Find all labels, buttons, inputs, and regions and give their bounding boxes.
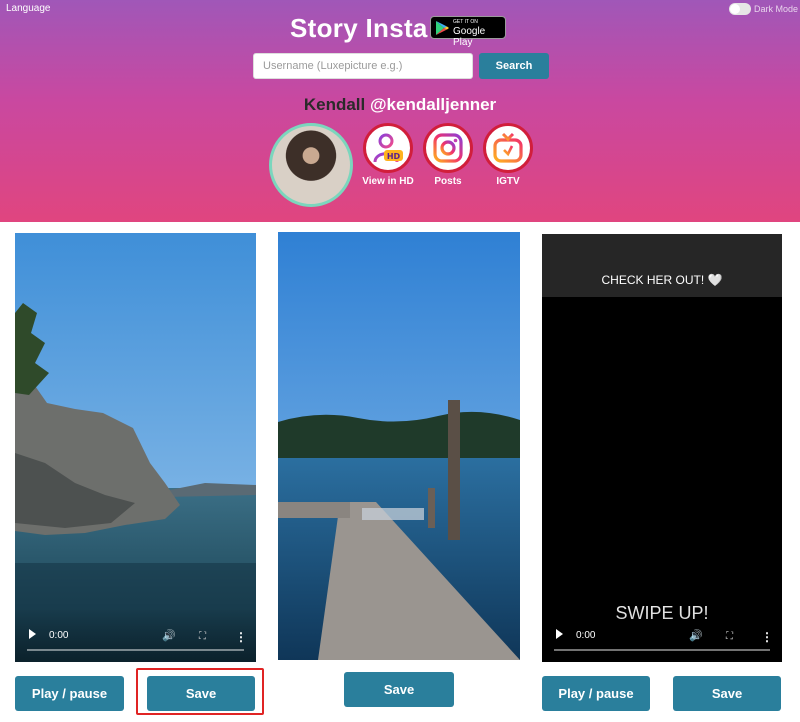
play-store-icon	[436, 21, 449, 35]
play-icon[interactable]	[556, 629, 563, 639]
view-hd-label: View in HD	[362, 176, 414, 187]
volume-icon[interactable]: 🔊	[162, 629, 176, 642]
google-play-badge[interactable]: GET IT ON Google Play	[430, 16, 506, 48]
igtv-icon	[493, 132, 523, 163]
fullscreen-icon[interactable]: ⛶	[199, 631, 206, 642]
story-1-play-pause-button[interactable]: Play / pause	[15, 676, 124, 711]
google-play-text: Google Play	[453, 26, 486, 48]
more-options-icon[interactable]: ⋮	[761, 630, 773, 644]
story-3-banner	[542, 234, 782, 297]
hd-user-icon: HD	[373, 133, 403, 163]
story-3-controls: 0:00 🔊 ⛶ ⋮	[542, 608, 782, 662]
profile-handle[interactable]: @kendalljenner	[370, 95, 496, 114]
posts-label: Posts	[434, 176, 462, 187]
fullscreen-icon[interactable]: ⛶	[726, 631, 733, 642]
story-1-thumbnail	[15, 233, 256, 662]
search-button[interactable]: Search	[479, 53, 549, 79]
story-3-top-text: CHECK HER OUT! 🤍	[601, 273, 723, 287]
story-2-thumbnail	[278, 232, 520, 660]
igtv-label: IGTV	[496, 176, 520, 187]
story-3-play-pause-button[interactable]: Play / pause	[542, 676, 650, 711]
app-title: Story Insta	[290, 13, 428, 43]
dark-mode-label: Dark Mode	[754, 4, 799, 14]
posts-button[interactable]	[423, 123, 473, 173]
profile-avatar[interactable]	[269, 123, 353, 207]
dark-mode-toggle[interactable]	[729, 3, 751, 15]
save-button-highlight	[136, 668, 264, 715]
profile-display-name: Kendall	[303, 95, 366, 114]
google-play-small-text: GET IT ON	[453, 19, 478, 25]
view-hd-button[interactable]: HD	[363, 123, 413, 173]
story-1-controls: 0:00 🔊 ⛶ ⋮	[15, 608, 256, 662]
story-video-3[interactable]: CHECK HER OUT! 🤍 SWIPE UP! 0:00 🔊 ⛶ ⋮	[542, 234, 782, 662]
story-1-progress[interactable]	[27, 649, 244, 651]
story-video-1[interactable]: 0:00 🔊 ⛶ ⋮	[15, 233, 256, 662]
username-input[interactable]	[253, 53, 473, 79]
header: Language Dark Mode Story Insta GET IT ON…	[0, 0, 800, 222]
story-3-progress[interactable]	[554, 649, 770, 651]
more-options-icon[interactable]: ⋮	[235, 630, 247, 644]
language-selector[interactable]: Language	[6, 3, 51, 14]
profile-name: Kendall @kendalljenner	[0, 95, 800, 115]
svg-text:HD: HD	[387, 152, 401, 161]
volume-icon[interactable]: 🔊	[689, 629, 703, 642]
play-icon[interactable]	[29, 629, 36, 639]
igtv-button[interactable]	[483, 123, 533, 173]
story-3-save-button[interactable]: Save	[673, 676, 781, 711]
camera-icon	[433, 133, 463, 163]
story-image-2	[278, 232, 520, 660]
story-2-save-button[interactable]: Save	[344, 672, 454, 707]
story-3-time: 0:00	[576, 630, 596, 641]
story-1-time: 0:00	[49, 630, 69, 641]
